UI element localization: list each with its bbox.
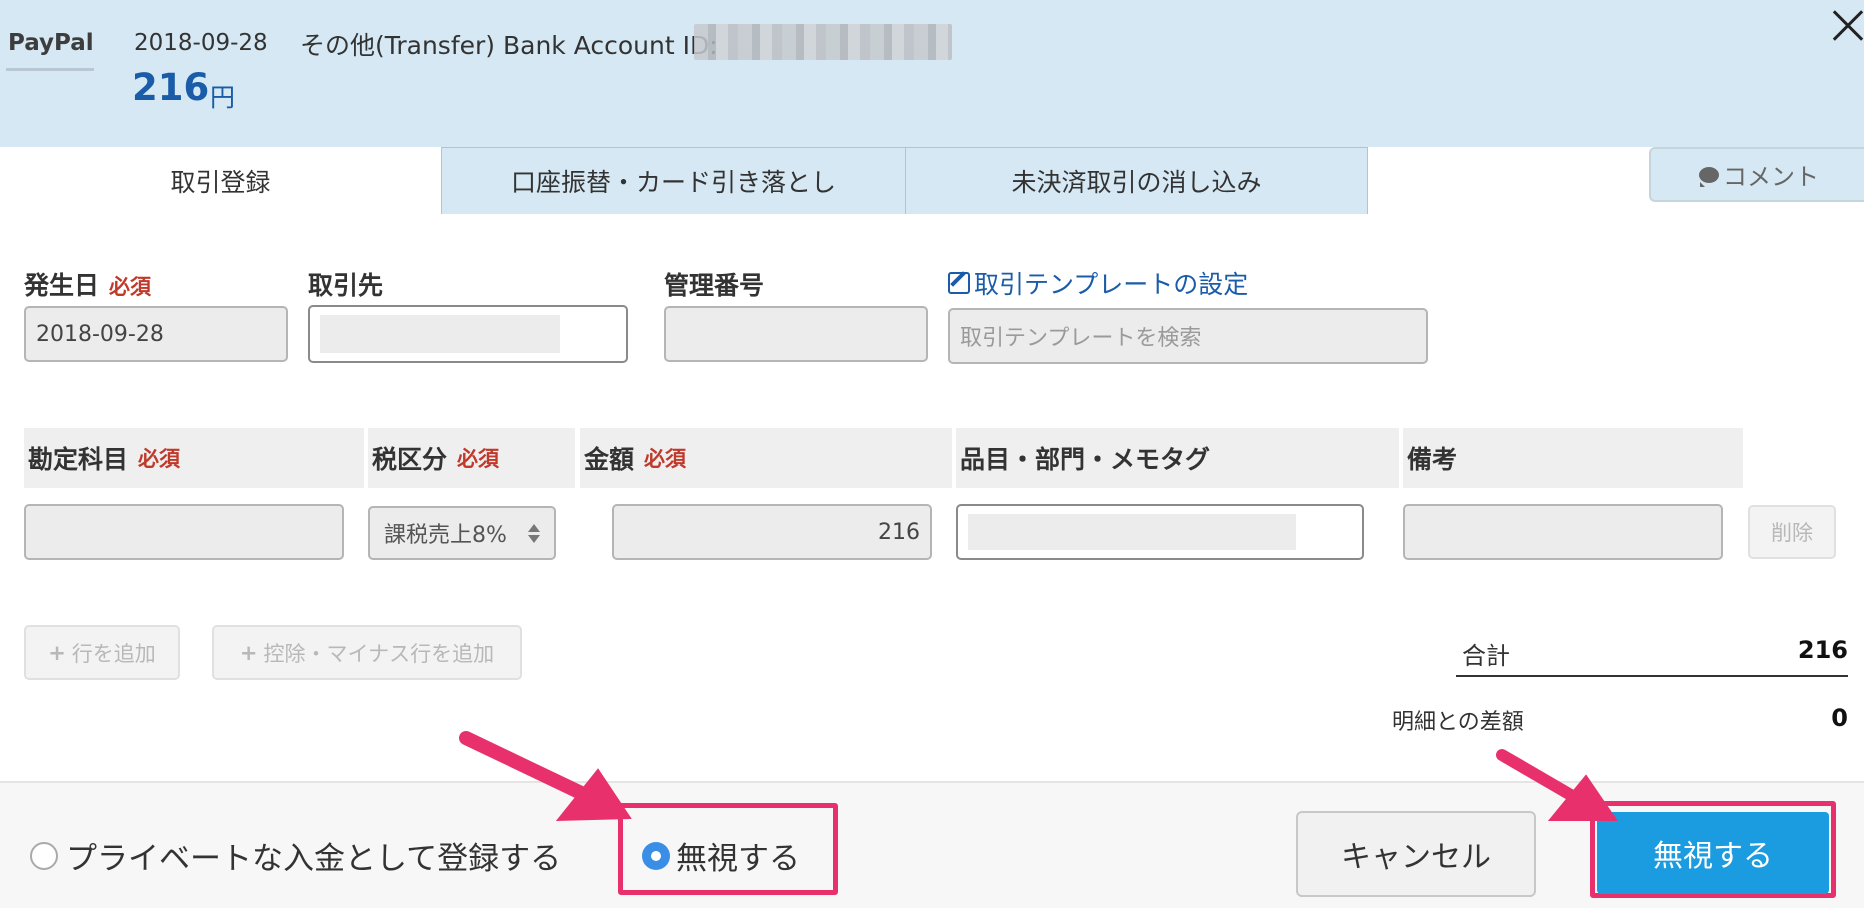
annotation-arrows — [459, 731, 1618, 822]
arrow-head-ignore-radio — [555, 768, 632, 822]
